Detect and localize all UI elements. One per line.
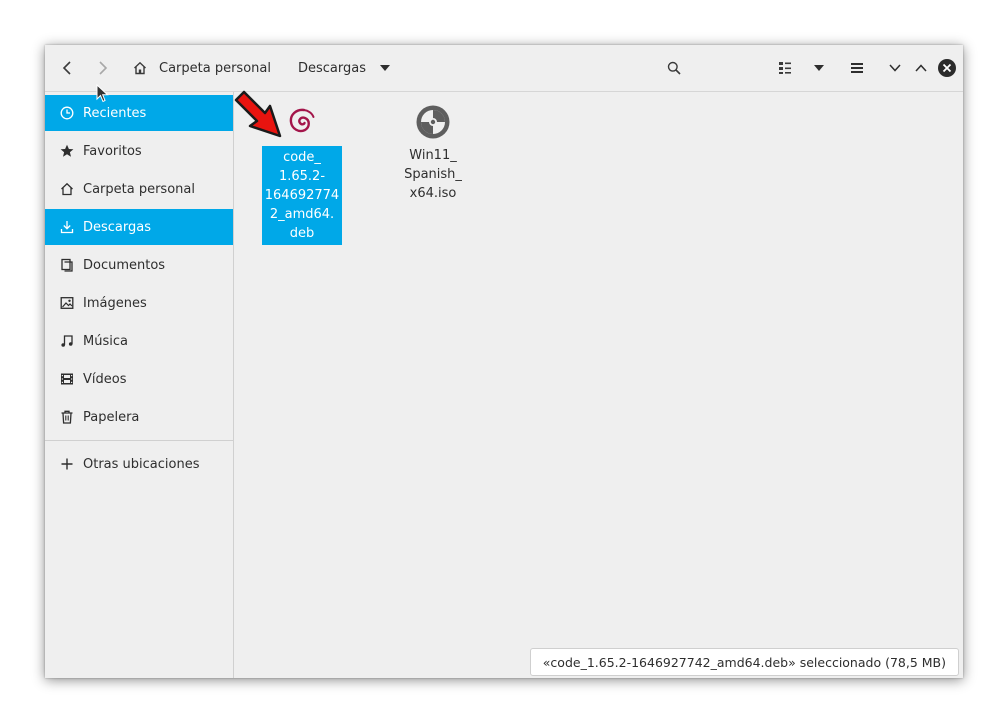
forward-button[interactable]: [87, 53, 117, 83]
sidebar-separator: [45, 440, 233, 441]
sidebar: Recientes Favoritos Carpeta personal Des…: [45, 92, 234, 678]
view-toggle-button[interactable]: [770, 53, 800, 83]
document-icon: [60, 258, 74, 272]
sidebar-item-imagenes[interactable]: Imágenes: [45, 285, 233, 321]
sidebar-item-carpeta-personal[interactable]: Carpeta personal: [45, 171, 233, 207]
sidebar-item-musica[interactable]: Música: [45, 323, 233, 359]
film-icon: [60, 372, 74, 386]
sidebar-item-papelera[interactable]: Papelera: [45, 399, 233, 435]
back-button[interactable]: [53, 53, 83, 83]
file-name: code_ 1.65.2- 164692774 2_amd64. deb: [262, 146, 342, 245]
sidebar-item-label: Favoritos: [83, 143, 142, 159]
close-icon: [938, 59, 956, 77]
sidebar-item-label: Recientes: [83, 105, 147, 121]
chevron-right-icon: [99, 61, 108, 75]
file-item[interactable]: Win11_ Spanish_ x64.iso: [391, 104, 475, 203]
file-view[interactable]: code_ 1.65.2- 164692774 2_amd64. deb Win…: [234, 92, 963, 678]
trash-icon: [60, 410, 74, 424]
sidebar-item-label: Carpeta personal: [83, 181, 195, 197]
star-icon: [60, 144, 74, 158]
sidebar-item-descargas[interactable]: Descargas: [45, 209, 233, 245]
status-bar: «code_1.65.2-1646927742_amd64.deb» selec…: [529, 648, 959, 676]
breadcrumb-label: Descargas: [298, 60, 367, 76]
chevron-down-icon: [889, 64, 901, 72]
sidebar-item-favoritos[interactable]: Favoritos: [45, 133, 233, 169]
clock-icon: [60, 106, 74, 120]
sidebar-item-label: Imágenes: [83, 295, 147, 311]
disc-image-icon: [416, 105, 450, 139]
view-options-button[interactable]: [804, 53, 834, 83]
chevron-left-icon: [62, 61, 71, 75]
chevron-up-icon: [915, 64, 927, 72]
search-button[interactable]: [659, 53, 689, 83]
sidebar-item-videos[interactable]: Vídeos: [45, 361, 233, 397]
grid-view-icon: [779, 62, 791, 74]
menu-button[interactable]: [842, 53, 872, 83]
image-icon: [60, 296, 74, 310]
caret-down-icon: [380, 65, 391, 71]
mouse-pointer-icon: [96, 84, 109, 103]
sidebar-item-label: Música: [83, 333, 128, 349]
music-icon: [60, 334, 74, 348]
breadcrumb-label: Carpeta personal: [159, 60, 271, 76]
plus-icon: [60, 457, 74, 471]
sidebar-item-label: Papelera: [83, 409, 140, 425]
download-icon: [60, 220, 74, 234]
sidebar-item-recientes[interactable]: Recientes: [45, 95, 233, 131]
breadcrumb-current[interactable]: Descargas: [298, 56, 391, 80]
caret-down-icon: [814, 65, 824, 71]
annotation-arrow: [234, 90, 282, 138]
sidebar-item-label: Vídeos: [83, 371, 127, 387]
breadcrumb-home[interactable]: Carpeta personal: [133, 56, 271, 80]
file-manager-window: Carpeta personal Descargas Recientes Fav…: [45, 45, 963, 678]
file-name: Win11_ Spanish_ x64.iso: [404, 148, 462, 201]
close-button[interactable]: [932, 53, 962, 83]
sidebar-item-label: Otras ubicaciones: [83, 456, 200, 472]
home-icon: [134, 61, 146, 75]
sidebar-item-documentos[interactable]: Documentos: [45, 247, 233, 283]
sidebar-item-label: Documentos: [83, 257, 166, 273]
home-icon: [60, 182, 74, 196]
hamburger-icon: [851, 63, 863, 73]
sidebar-item-label: Descargas: [83, 219, 152, 235]
search-icon: [667, 61, 681, 75]
header-bar: Carpeta personal Descargas: [45, 45, 963, 92]
sidebar-item-otras-ubicaciones[interactable]: Otras ubicaciones: [45, 446, 233, 482]
